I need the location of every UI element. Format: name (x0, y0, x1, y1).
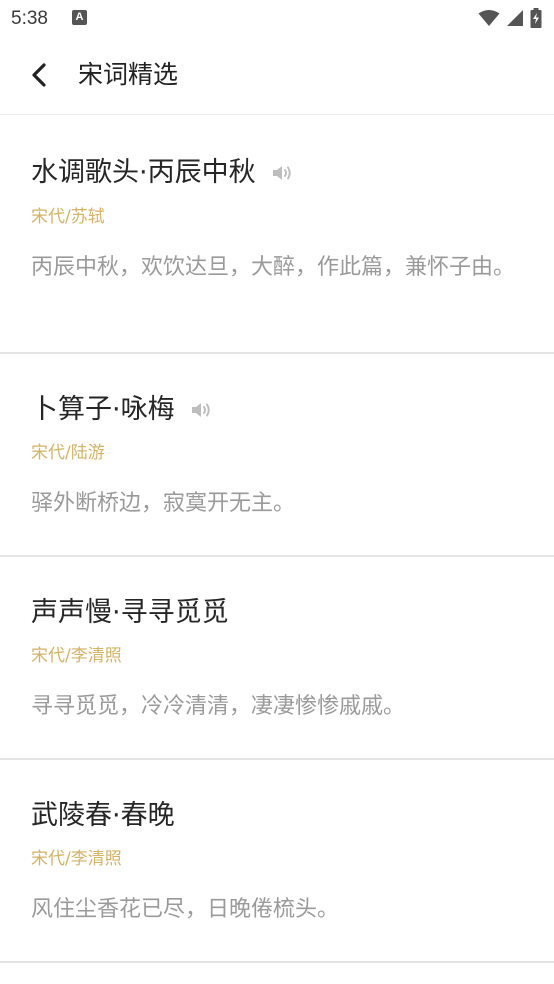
wifi-icon (478, 10, 500, 26)
back-button[interactable] (22, 58, 56, 92)
battery-charging-icon (530, 8, 542, 28)
poem-list: 水调歌头·丙辰中秋 宋代/苏轼 丙辰中秋，欢饮达旦，大醉，作此篇，兼怀子由。 卜… (0, 115, 554, 963)
poem-title: 水调歌头·丙辰中秋 (31, 157, 256, 188)
speaker-icon[interactable] (189, 399, 215, 421)
signal-icon (507, 10, 523, 26)
poem-title-row: 卜算子·咏梅 (31, 354, 530, 428)
poem-title: 武陵春·春晚 (31, 800, 175, 831)
poem-title-row: 声声慢·寻寻觅觅 (31, 557, 530, 631)
poem-list-item[interactable]: 武陵春·春晚 宋代/李清照 风住尘香花已尽，日晚倦梳头。 (0, 760, 554, 963)
status-icons (478, 8, 542, 28)
poem-excerpt: 风住尘香花已尽，日晚倦梳头。 (31, 897, 340, 922)
poem-title: 声声慢·寻寻觅觅 (31, 597, 229, 628)
poem-list-item[interactable]: 声声慢·寻寻觅觅 宋代/李清照 寻寻觅觅，冷冷清清，凄凄惨惨戚戚。 (0, 557, 554, 760)
poem-title-row: 武陵春·春晚 (31, 760, 530, 834)
notification-icon: A (72, 10, 87, 25)
poem-list-item[interactable]: 水调歌头·丙辰中秋 宋代/苏轼 丙辰中秋，欢饮达旦，大醉，作此篇，兼怀子由。 (0, 115, 554, 354)
poem-dynasty-author: 宋代/苏轼 (31, 207, 105, 227)
poem-list-item[interactable]: 卜算子·咏梅 宋代/陆游 驿外断桥边，寂寞开无主。 (0, 354, 554, 557)
poem-dynasty-author: 宋代/李清照 (31, 646, 122, 666)
poem-title: 卜算子·咏梅 (31, 394, 175, 425)
page-title: 宋词精选 (78, 60, 179, 89)
chevron-left-icon (32, 63, 46, 87)
poem-excerpt: 丙辰中秋，欢饮达旦，大醉，作此篇，兼怀子由。 (31, 255, 516, 280)
poem-dynasty-author: 宋代/陆游 (31, 443, 105, 463)
speaker-icon[interactable] (270, 162, 296, 184)
poem-dynasty-author: 宋代/李清照 (31, 849, 122, 869)
app-bar: 宋词精选 (0, 36, 554, 115)
status-bar: 5:38 A (0, 0, 554, 36)
poem-excerpt: 寻寻觅觅，冷冷清清，凄凄惨惨戚戚。 (31, 694, 406, 719)
status-time: 5:38 (11, 8, 48, 29)
poem-title-row: 水调歌头·丙辰中秋 (31, 115, 530, 191)
poem-excerpt: 驿外断桥边，寂寞开无主。 (31, 491, 296, 516)
